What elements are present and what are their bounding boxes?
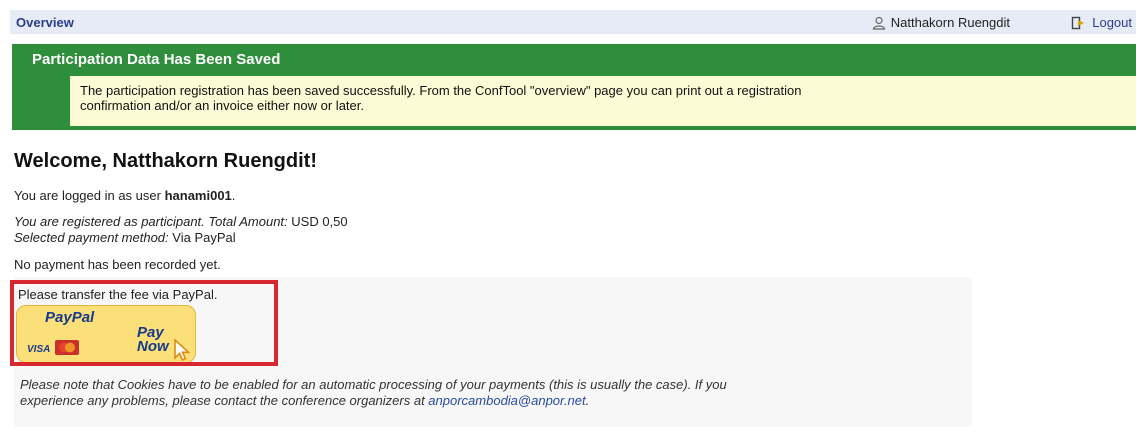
notice-message: The participation registration has been … bbox=[70, 76, 1136, 126]
logout-icon bbox=[1072, 16, 1085, 29]
notice-message-line-2: confirmation and/or an invoice either no… bbox=[80, 98, 364, 113]
contact-email-link[interactable]: anporcambodia@anpor.net bbox=[428, 393, 585, 408]
registered-text: You are registered as participant. Total… bbox=[14, 214, 288, 229]
note-line-1: Please note that Cookies have to be enab… bbox=[20, 377, 727, 392]
username: hanami001 bbox=[164, 188, 232, 203]
user-icon bbox=[872, 16, 885, 30]
welcome-heading: Welcome, Natthakorn Ruengdit! bbox=[14, 150, 317, 172]
user-name: Natthakorn Ruengdit bbox=[890, 15, 1010, 30]
overview-link[interactable]: Overview bbox=[16, 15, 74, 30]
user-info[interactable]: Natthakorn Ruengdit bbox=[872, 15, 1010, 30]
payment-method-label: Selected payment method: bbox=[14, 230, 169, 245]
logout-button[interactable]: Logout bbox=[1071, 15, 1132, 30]
note-line-2-text: experience any problems, please contact … bbox=[20, 393, 429, 408]
note-end: . bbox=[585, 393, 590, 408]
login-prefix: You are logged in as user bbox=[14, 188, 165, 203]
logout-label: Logout bbox=[1092, 15, 1132, 30]
login-suffix: . bbox=[231, 188, 236, 203]
login-info: You are logged in as user hanami001. bbox=[14, 188, 235, 204]
cookies-note: Please note that Cookies have to be enab… bbox=[20, 377, 940, 409]
payment-status: No payment has been recorded yet. bbox=[14, 257, 221, 272]
total-amount: USD 0,50 bbox=[291, 214, 348, 229]
saved-notice: Participation Data Has Been Saved The pa… bbox=[12, 44, 1136, 130]
payment-method: Via PayPal bbox=[172, 230, 236, 245]
top-navigation-bar: Overview Natthakorn Ruengdit Logout bbox=[10, 10, 1136, 34]
notice-message-line-1: The participation registration has been … bbox=[80, 83, 802, 98]
notice-title: Participation Data Has Been Saved bbox=[32, 51, 281, 68]
highlight-box bbox=[10, 280, 278, 366]
note-line-2: experience any problems, please contact … bbox=[20, 393, 940, 409]
registration-info: You are registered as participant. Total… bbox=[14, 214, 348, 230]
payment-method-info: Selected payment method: Via PayPal bbox=[14, 230, 236, 246]
